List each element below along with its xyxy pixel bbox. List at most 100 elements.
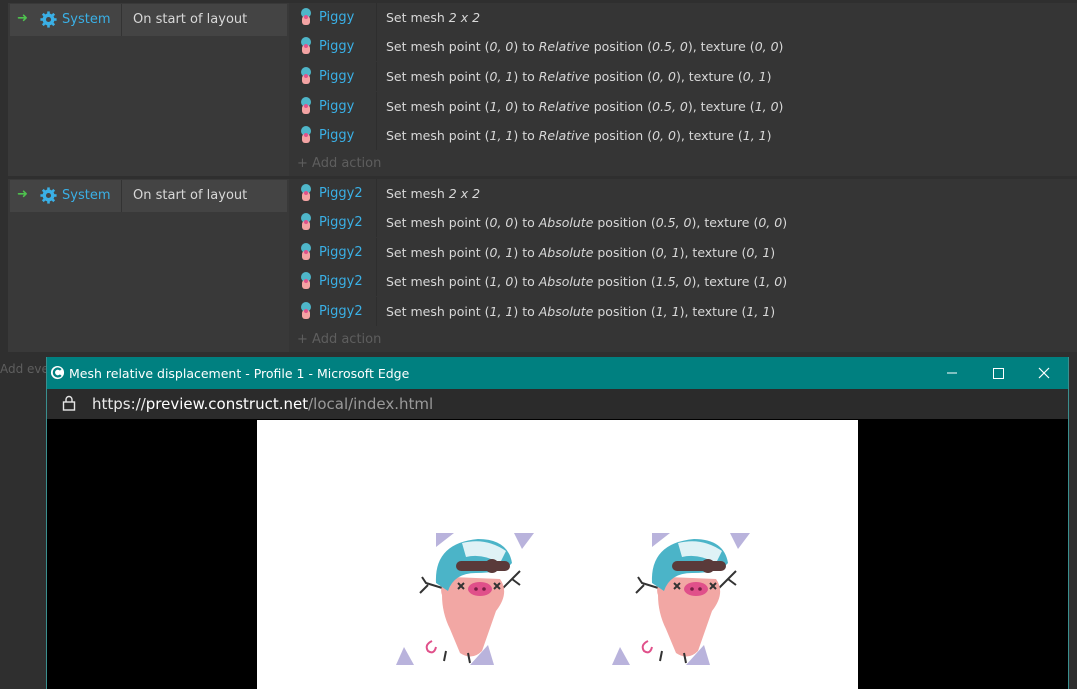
action-text-segment: Set mesh [386,10,449,25]
divider [121,180,122,212]
action-text-segment: Set mesh [386,186,449,201]
browser-window[interactable]: Mesh relative displacement - Profile 1 -… [46,357,1069,689]
action-object[interactable]: Piggy [319,10,354,25]
action-row[interactable]: Piggy2 Set mesh 2 x 2 [289,179,1077,208]
action-text-segment: position ( [593,304,656,319]
action-object[interactable]: Piggy2 [319,245,363,260]
action-row[interactable]: Piggy2 Set mesh point (1, 1) to Absolute… [289,297,1077,326]
condition-object[interactable]: System [62,188,110,203]
action-row[interactable]: Piggy2 Set mesh point (1, 0) to Absolute… [289,267,1077,296]
condition-row[interactable]: ➜ System On start of layout [10,180,287,212]
action-parameter[interactable]: 0, 1 [743,69,767,84]
action-text-segment: ) [778,99,784,114]
action-parameter[interactable]: Relative [539,69,590,84]
action-text-segment: Set mesh point ( [386,128,490,143]
piggy2-sprite[interactable] [612,533,752,667]
action-parameter[interactable]: Absolute [539,245,594,260]
action-object[interactable]: Piggy [319,99,354,114]
address-bar[interactable]: https://preview.construct.net/local/inde… [47,389,1068,419]
title-bar[interactable]: Mesh relative displacement - Profile 1 -… [47,357,1068,389]
minimize-button[interactable] [929,357,975,389]
action-parameter[interactable]: 1, 1 [656,304,680,319]
action-row[interactable]: Piggy Set mesh point (1, 0) to Relative … [289,92,1077,121]
action-object[interactable]: Piggy2 [319,304,363,319]
action-parameter[interactable]: 0, 1 [490,245,514,260]
action-parameter[interactable]: 1, 1 [746,304,770,319]
action-parameter[interactable]: 2 x 2 [449,10,480,25]
action-object[interactable]: Piggy [319,128,354,143]
action-text[interactable]: Set mesh point (1, 0) to Relative positi… [386,99,783,114]
action-parameter[interactable]: 1, 0 [490,274,514,289]
game-viewport[interactable] [257,420,858,689]
action-row[interactable]: Piggy Set mesh point (1, 1) to Relative … [289,121,1077,150]
action-parameter[interactable]: Relative [539,128,590,143]
action-text-segment: ), texture ( [691,215,759,230]
add-action-button[interactable]: + Add action [297,332,381,347]
divider [376,62,377,91]
action-parameter[interactable]: 0, 1 [656,245,680,260]
piggy-sprite[interactable] [396,533,536,667]
action-parameter[interactable]: 0, 0 [652,128,676,143]
action-text[interactable]: Set mesh point (0, 0) to Relative positi… [386,39,783,54]
action-parameter[interactable]: 0, 0 [758,215,782,230]
action-text[interactable]: Set mesh point (0, 1) to Relative positi… [386,69,772,84]
url-text[interactable]: https://preview.construct.net/local/inde… [92,395,433,413]
piggy-icon [301,243,311,260]
action-row[interactable]: Piggy2 Set mesh point (0, 0) to Absolute… [289,208,1077,237]
action-parameter[interactable]: 0, 0 [490,215,514,230]
action-parameter[interactable]: 1, 1 [743,128,767,143]
action-text[interactable]: Set mesh point (0, 0) to Absolute positi… [386,215,787,230]
action-parameter[interactable]: Relative [539,99,590,114]
action-text[interactable]: Set mesh point (1, 1) to Relative positi… [386,128,772,143]
action-object[interactable]: Piggy [319,69,354,84]
action-parameter[interactable]: 2 x 2 [449,186,480,201]
action-text-segment: ) [770,245,776,260]
action-object[interactable]: Piggy2 [319,274,363,289]
action-parameter[interactable]: 0.5, 0 [652,99,688,114]
divider [376,179,377,208]
add-action-label: Add action [312,332,382,347]
action-parameter[interactable]: 0, 0 [755,39,779,54]
action-text[interactable]: Set mesh 2 x 2 [386,186,480,201]
condition-object[interactable]: System [62,12,110,27]
action-parameter[interactable]: 0, 1 [490,69,514,84]
action-parameter[interactable]: 0, 1 [746,245,770,260]
action-parameter[interactable]: 0, 0 [490,39,514,54]
action-text-segment: ) to [513,99,539,114]
action-parameter[interactable]: 1, 1 [490,128,514,143]
condition-row[interactable]: ➜ System On start of layout [10,4,287,36]
action-row[interactable]: Piggy Set mesh 2 x 2 [289,3,1077,32]
condition-text[interactable]: On start of layout [133,188,247,203]
add-action-button[interactable]: + Add action [297,156,381,171]
close-button[interactable] [1021,357,1067,389]
event-block-2[interactable]: ➜ System On start of layout Piggy2 Set m… [8,179,1077,352]
action-row[interactable]: Piggy Set mesh point (0, 1) to Relative … [289,62,1077,91]
action-object[interactable]: Piggy2 [319,215,363,230]
action-parameter[interactable]: 0.5, 0 [656,215,692,230]
action-parameter[interactable]: Absolute [539,215,594,230]
action-parameter[interactable]: 1, 0 [490,99,514,114]
action-text[interactable]: Set mesh point (0, 1) to Absolute positi… [386,245,775,260]
maximize-button[interactable] [975,357,1021,389]
action-object[interactable]: Piggy [319,39,354,54]
action-parameter[interactable]: 1, 1 [490,304,514,319]
piggy-icon [301,67,311,84]
action-text[interactable]: Set mesh point (1, 0) to Absolute positi… [386,274,787,289]
action-row[interactable]: Piggy Set mesh point (0, 0) to Relative … [289,32,1077,61]
action-row[interactable]: Piggy2 Set mesh point (0, 1) to Absolute… [289,238,1077,267]
action-object[interactable]: Piggy2 [319,186,363,201]
action-parameter[interactable]: 1.5, 0 [656,274,692,289]
action-text[interactable]: Set mesh 2 x 2 [386,10,480,25]
action-text[interactable]: Set mesh point (1, 1) to Absolute positi… [386,304,775,319]
action-parameter[interactable]: Absolute [539,304,594,319]
condition-text[interactable]: On start of layout [133,12,247,27]
action-parameter[interactable]: 1, 0 [758,274,782,289]
action-parameter[interactable]: Relative [539,39,590,54]
event-block-1[interactable]: ➜ System On start of layout Piggy Set me… [8,3,1077,176]
action-parameter[interactable]: 0, 0 [652,69,676,84]
action-parameter[interactable]: Absolute [539,274,594,289]
action-parameter[interactable]: 1, 0 [755,99,779,114]
action-text-segment: ), texture ( [675,69,743,84]
action-parameter[interactable]: 0.5, 0 [652,39,688,54]
minimize-icon [947,372,957,374]
